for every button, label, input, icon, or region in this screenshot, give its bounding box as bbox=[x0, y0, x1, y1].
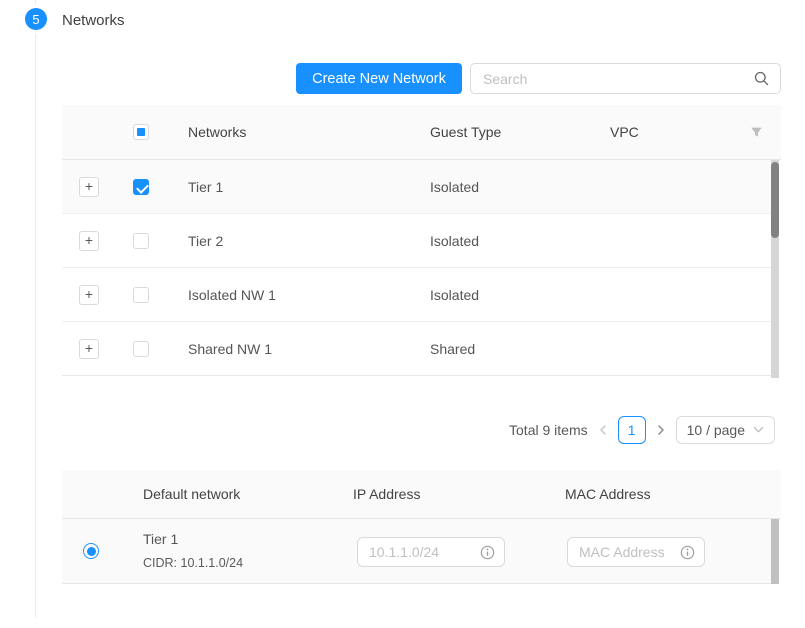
default-network-radio[interactable] bbox=[83, 543, 99, 559]
guest-type-value: Isolated bbox=[430, 287, 479, 303]
table-scrollbar-thumb[interactable] bbox=[771, 162, 779, 238]
select-all-checkbox[interactable] bbox=[133, 124, 149, 140]
table-row[interactable]: + Tier 2 Isolated bbox=[62, 214, 771, 268]
col-networks: Networks bbox=[188, 124, 246, 140]
page-1-button[interactable]: 1 bbox=[618, 416, 646, 444]
info-icon[interactable] bbox=[480, 545, 495, 560]
expand-row-button[interactable]: + bbox=[79, 339, 99, 359]
default-network-header: Default network IP Address MAC Address bbox=[62, 470, 781, 519]
default-network-row[interactable]: Tier 1 CIDR: 10.1.1.0/24 bbox=[62, 519, 771, 584]
network-name: Shared NW 1 bbox=[188, 341, 272, 357]
step-number-badge: 5 bbox=[25, 8, 47, 30]
network-name: Isolated NW 1 bbox=[188, 287, 276, 303]
search-box[interactable] bbox=[470, 63, 781, 94]
info-icon[interactable] bbox=[680, 545, 695, 560]
row-checkbox[interactable] bbox=[133, 179, 149, 195]
guest-type-value: Isolated bbox=[430, 179, 479, 195]
pagination-total: Total 9 items bbox=[509, 422, 588, 438]
col-default-network: Default network bbox=[143, 486, 240, 502]
network-name: Tier 2 bbox=[188, 233, 223, 249]
col-mac-address: MAC Address bbox=[565, 486, 651, 502]
col-guest-type: Guest Type bbox=[430, 124, 501, 140]
guest-type-value: Isolated bbox=[430, 233, 479, 249]
page-size-select[interactable]: 10 / page bbox=[676, 416, 775, 444]
mac-address-input[interactable] bbox=[568, 544, 680, 560]
search-input[interactable] bbox=[471, 71, 754, 87]
default-network-cidr: CIDR: 10.1.1.0/24 bbox=[143, 556, 243, 570]
step-title: Networks bbox=[62, 12, 125, 29]
pagination: Total 9 items 1 10 / page bbox=[509, 415, 775, 445]
create-new-network-button[interactable]: Create New Network bbox=[296, 63, 462, 94]
networks-table: Networks Guest Type VPC + Tier 1 Isolate… bbox=[62, 105, 781, 376]
page-size-value: 10 / page bbox=[687, 422, 745, 438]
search-icon[interactable] bbox=[754, 71, 769, 86]
network-name: Tier 1 bbox=[188, 179, 223, 195]
table-scrollbar-track[interactable] bbox=[771, 160, 779, 378]
table-row[interactable]: + Isolated NW 1 Isolated bbox=[62, 268, 771, 322]
table-row[interactable]: + Shared NW 1 Shared bbox=[62, 322, 771, 376]
prev-page-icon[interactable] bbox=[596, 424, 610, 436]
row-checkbox[interactable] bbox=[133, 341, 149, 357]
step-number: 5 bbox=[32, 12, 39, 27]
default-network-name: Tier 1 bbox=[143, 531, 178, 547]
chevron-down-icon bbox=[753, 426, 764, 434]
ip-address-input[interactable] bbox=[358, 544, 480, 560]
networks-table-header: Networks Guest Type VPC bbox=[62, 105, 781, 160]
ip-address-input-wrap bbox=[357, 537, 505, 567]
guest-type-value: Shared bbox=[430, 341, 475, 357]
expand-row-button[interactable]: + bbox=[79, 231, 99, 251]
col-ip-address: IP Address bbox=[353, 486, 420, 502]
table-scrollbar-track[interactable] bbox=[771, 519, 779, 584]
mac-address-input-wrap bbox=[567, 537, 705, 567]
filter-icon[interactable] bbox=[750, 126, 763, 142]
table-scrollbar-thumb[interactable] bbox=[771, 519, 779, 584]
expand-row-button[interactable]: + bbox=[79, 285, 99, 305]
expand-row-button[interactable]: + bbox=[79, 177, 99, 197]
step-timeline-top bbox=[35, 0, 36, 5]
row-checkbox[interactable] bbox=[133, 233, 149, 249]
row-checkbox[interactable] bbox=[133, 287, 149, 303]
step-timeline bbox=[35, 34, 36, 618]
next-page-icon[interactable] bbox=[654, 424, 668, 436]
default-network-table: Default network IP Address MAC Address T… bbox=[62, 470, 781, 584]
table-row[interactable]: + Tier 1 Isolated bbox=[62, 160, 771, 214]
col-vpc: VPC bbox=[610, 124, 639, 140]
